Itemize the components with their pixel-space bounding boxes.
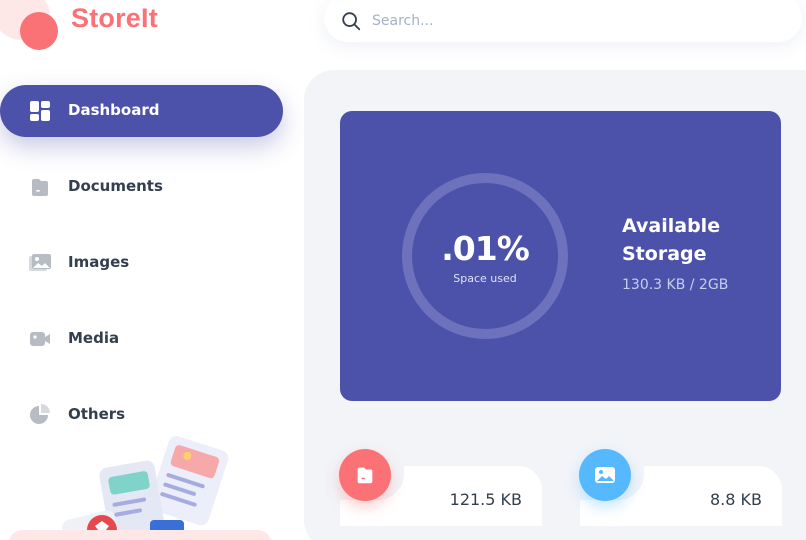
search-bar[interactable] [324,0,802,42]
logo-mark [20,12,58,50]
storage-card: .01% Space used Available Storage 130.3 … [340,111,781,401]
document-icon [357,467,373,484]
images-icon [29,254,51,271]
storage-caption: Space used [453,272,517,285]
documents-summary-size: 121.5 KB [449,490,522,509]
storage-used-value: 130.3 KB / 2GB [622,277,729,293]
app-logo[interactable]: StoreIt [0,0,300,60]
media-icon [30,332,50,346]
search-input[interactable] [372,6,772,36]
files-illustration [62,436,229,540]
image-icon [595,467,615,483]
images-summary-size: 8.8 KB [710,490,762,509]
sidebar-item-dashboard[interactable]: Dashboard [0,85,283,137]
storage-title: Available Storage [622,215,721,265]
sidebar-item-label: Documents [68,177,163,195]
sidebar-item-images[interactable]: Images [0,237,283,289]
sidebar-item-label: Media [68,329,120,347]
upgrade-banner-edge [8,530,272,540]
sidebar-item-media[interactable]: Media [0,313,283,365]
documents-icon [32,179,48,196]
dashboard-icon [30,101,50,121]
sidebar-item-label: Images [68,253,130,271]
images-summary-badge [579,449,631,501]
sidebar-item-label: Dashboard [68,101,160,119]
app-name: StoreIt [71,3,158,33]
search-icon [342,12,361,31]
storage-percent: .01% [441,229,530,268]
others-icon [30,404,50,424]
sidebar-item-documents[interactable]: Documents [0,161,283,213]
sidebar-item-label: Others [68,405,126,423]
documents-summary-badge [339,449,391,501]
